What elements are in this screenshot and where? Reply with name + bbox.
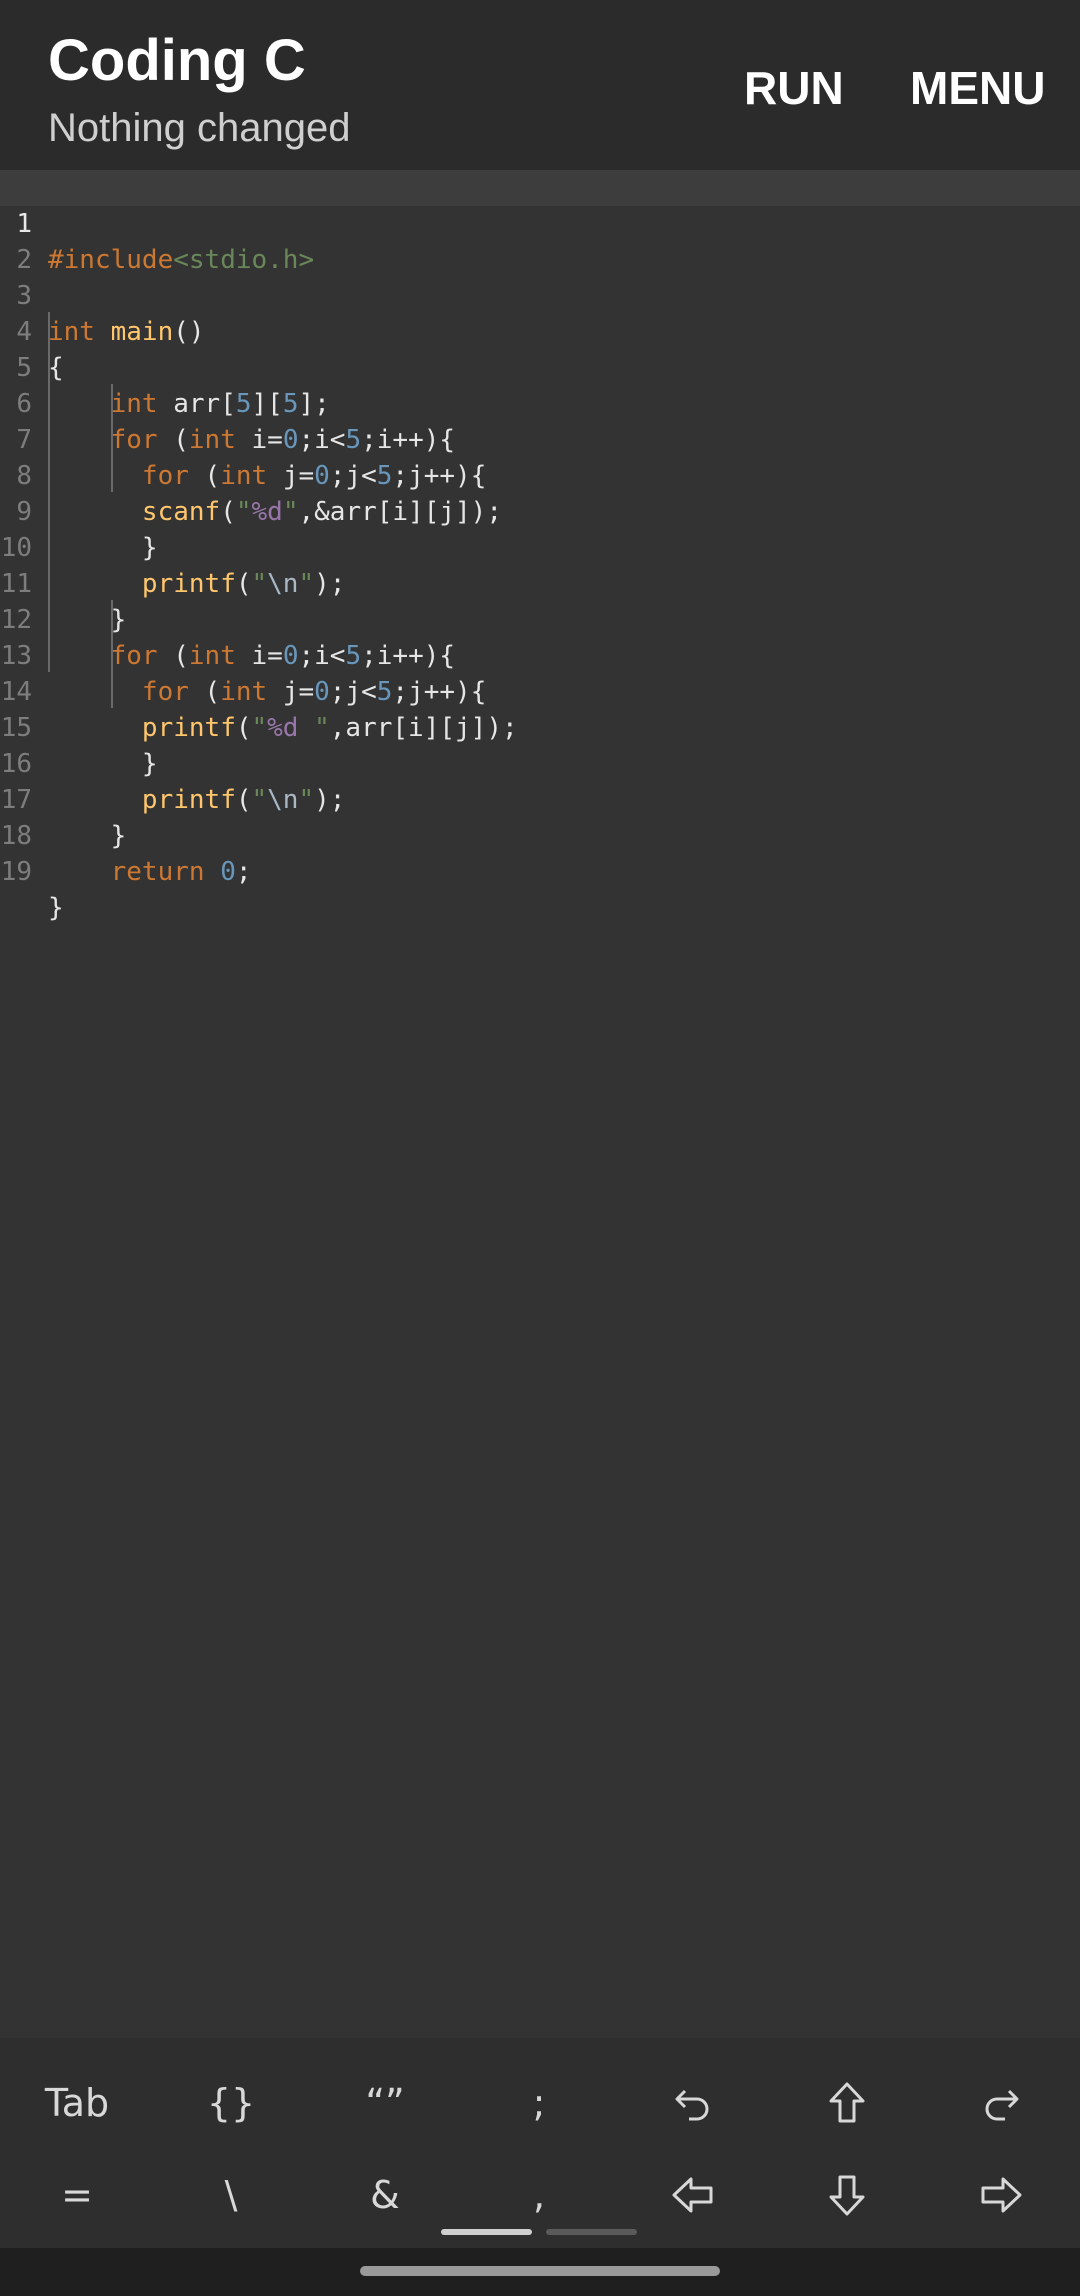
undo-icon (675, 2089, 709, 2121)
code-text: } (48, 893, 64, 923)
code-line: 17 } (0, 746, 1080, 851)
file-status: Nothing changed (48, 106, 351, 150)
cursor-up-key[interactable] (770, 2058, 924, 2148)
app-title: Coding C (48, 28, 306, 93)
code-line: 2 (0, 206, 1080, 275)
redo-key[interactable] (924, 2058, 1078, 2148)
code-line: 9 } (0, 458, 1080, 563)
app-header: Coding C Nothing changed RUN MENU (0, 0, 1080, 170)
line-number: 19 (0, 857, 32, 887)
ampersand-key[interactable]: & (308, 2150, 462, 2240)
code-line: 5 int arr[5][5]; (0, 314, 1080, 419)
system-nav-bar (0, 2248, 1080, 2296)
code-line: 19 } (0, 818, 1080, 923)
code-line: 18 return 0; (0, 782, 1080, 887)
code-editor[interactable]: 1 #include<stdio.h> 2 3 int main() 4 { 5… (0, 170, 1080, 2038)
undo-key[interactable] (616, 2058, 770, 2148)
equals-key[interactable]: = (0, 2150, 154, 2240)
menu-button[interactable]: MENU (900, 56, 1055, 120)
redo-icon (985, 2089, 1019, 2121)
code-line: 11 } (0, 530, 1080, 635)
symbol-page-indicator-active[interactable] (441, 2229, 532, 2235)
symbol-page-indicator[interactable] (546, 2229, 637, 2235)
code-line: 14 printf("%d ",arr[i][j]); (0, 638, 1080, 743)
code-line: 4 { (0, 278, 1080, 383)
tab-key[interactable]: Tab (0, 2058, 154, 2148)
code-line: 13 for (int j=0;j<5;j++){ (0, 602, 1080, 707)
code-line: 16 printf("\n"); (0, 710, 1080, 815)
run-button[interactable]: RUN (734, 56, 854, 120)
code-line: 12 for (int i=0;i<5;i++){ (0, 566, 1080, 671)
code-line: 8 scanf("%d",&arr[i][j]); (0, 422, 1080, 527)
app-root: Coding C Nothing changed RUN MENU 1 #inc… (0, 0, 1080, 2296)
symbol-bar: Tab {} “” ; = \ & , (0, 2038, 1080, 2248)
arrow-down-icon (829, 2175, 865, 2216)
code-line: 1 #include<stdio.h> (0, 170, 1080, 275)
home-gesture-handle[interactable] (360, 2266, 720, 2276)
braces-key[interactable]: {} (154, 2058, 308, 2148)
code-line: 15 } (0, 674, 1080, 779)
code-line: 10 printf("\n"); (0, 494, 1080, 599)
quotes-key[interactable]: “” (308, 2058, 462, 2148)
semicolon-key[interactable]: ; (462, 2058, 616, 2148)
arrow-left-icon (672, 2177, 713, 2213)
cursor-left-key[interactable] (616, 2150, 770, 2240)
arrow-right-icon (981, 2177, 1022, 2213)
cursor-down-key[interactable] (770, 2150, 924, 2240)
backslash-key[interactable]: \ (154, 2150, 308, 2240)
arrow-up-icon (829, 2082, 865, 2123)
code-line: 3 int main() (0, 242, 1080, 347)
cursor-right-key[interactable] (924, 2150, 1078, 2240)
comma-key[interactable]: , (462, 2150, 616, 2240)
code-line: 6 for (int i=0;i<5;i++){ (0, 350, 1080, 455)
code-line: 7 for (int j=0;j<5;j++){ (0, 386, 1080, 491)
